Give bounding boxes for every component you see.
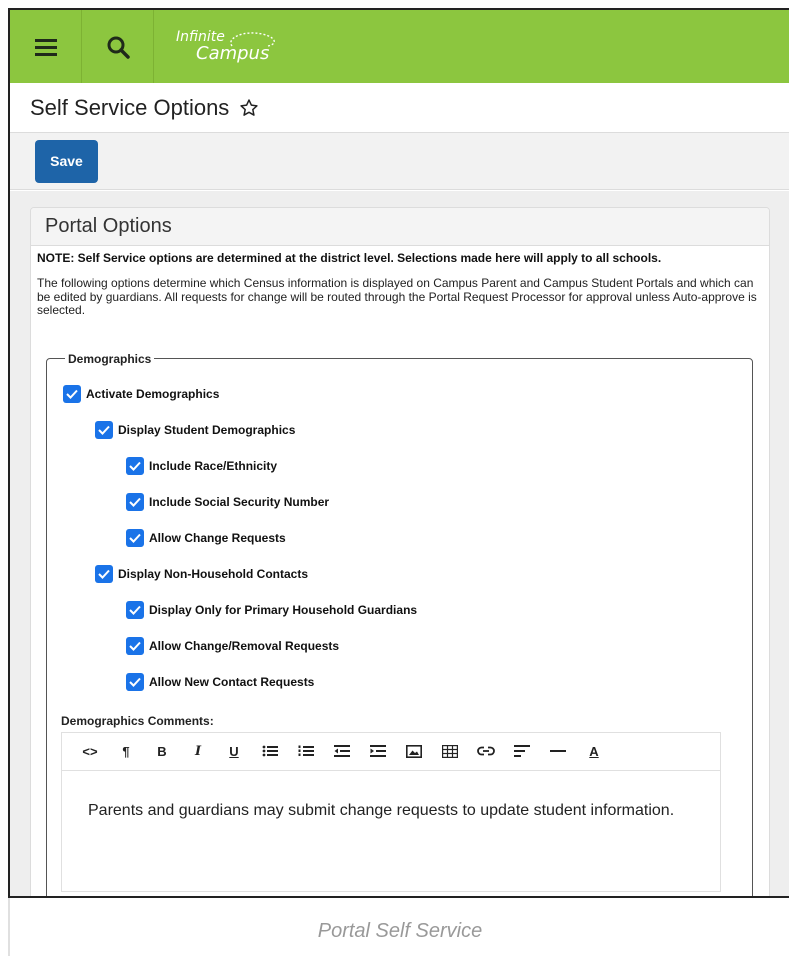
- search-button[interactable]: [82, 10, 154, 83]
- indent-icon[interactable]: [360, 739, 396, 763]
- save-button[interactable]: Save: [35, 139, 98, 183]
- comments-label: Demographics Comments:: [61, 713, 214, 728]
- option-label: Allow New Contact Requests: [149, 674, 315, 689]
- option-primary-household-guardians[interactable]: Display Only for Primary Household Guard…: [63, 592, 738, 628]
- bold-icon[interactable]: B: [144, 739, 180, 763]
- title-bar: Self Service Options: [10, 83, 789, 133]
- options-description: The following options determine which Ce…: [37, 276, 757, 317]
- image-caption: Portal Self Service: [317, 920, 483, 942]
- option-label: Include Race/Ethnicity: [149, 458, 278, 473]
- option-include-ssn[interactable]: Include Social Security Number: [63, 484, 738, 520]
- option-activate-demographics[interactable]: Activate Demographics: [63, 376, 738, 412]
- search-icon: [107, 36, 130, 59]
- checkbox-checked-icon[interactable]: [126, 672, 144, 691]
- demographics-fieldset: Demographics Activate Demographics Displ…: [46, 351, 753, 896]
- option-label: Activate Demographics: [86, 386, 220, 401]
- portal-options-panel: Portal Options NOTE: Self Service option…: [30, 207, 770, 896]
- image-icon[interactable]: [396, 739, 432, 763]
- option-label: Display Only for Primary Household Guard…: [149, 602, 418, 617]
- underline-icon[interactable]: U: [216, 739, 252, 763]
- infinite-campus-logo[interactable]: Infinite Campus: [154, 10, 275, 83]
- numbered-list-icon[interactable]: [288, 739, 324, 763]
- code-icon[interactable]: <>: [72, 739, 108, 763]
- outdent-icon[interactable]: [324, 739, 360, 763]
- checkbox-checked-icon[interactable]: [126, 636, 144, 655]
- option-label: Allow Change Requests: [149, 530, 286, 545]
- option-label: Allow Change/Removal Requests: [149, 638, 340, 653]
- comments-text[interactable]: Parents and guardians may submit change …: [62, 771, 720, 891]
- bulleted-list-icon[interactable]: [252, 739, 288, 763]
- option-label: Display Non-Household Contacts: [118, 566, 309, 581]
- panel-title: Portal Options: [45, 215, 172, 237]
- hamburger-icon: [34, 38, 57, 56]
- option-label: Include Social Security Number: [149, 494, 330, 509]
- demographics-options: Activate Demographics Display Student De…: [63, 376, 738, 700]
- top-bar: Infinite Campus: [10, 10, 789, 83]
- checkbox-checked-icon[interactable]: [126, 600, 144, 619]
- option-include-race-ethnicity[interactable]: Include Race/Ethnicity: [63, 448, 738, 484]
- option-allow-change-requests[interactable]: Allow Change Requests: [63, 520, 738, 556]
- menu-button[interactable]: [10, 10, 82, 83]
- content-area: Portal Options NOTE: Self Service option…: [10, 191, 789, 896]
- option-display-student-demographics[interactable]: Display Student Demographics: [63, 412, 738, 448]
- logo-swoosh-icon: [230, 32, 275, 47]
- align-icon[interactable]: [504, 739, 540, 763]
- app-window: Infinite Campus Self Service Options Sav…: [8, 8, 789, 898]
- page-title: Self Service Options: [30, 94, 230, 120]
- table-icon[interactable]: [432, 739, 468, 763]
- italic-icon[interactable]: I: [180, 739, 216, 763]
- action-bar: Save: [10, 133, 789, 190]
- checkbox-checked-icon[interactable]: [126, 456, 144, 475]
- link-icon[interactable]: [468, 739, 504, 763]
- demographics-legend: Demographics: [68, 351, 152, 366]
- checkbox-checked-icon[interactable]: [126, 492, 144, 511]
- panel-body: NOTE: Self Service options are determine…: [31, 246, 769, 896]
- comments-editor: <> ¶ B I U A Parents and guardians may s…: [61, 731, 721, 892]
- option-allow-change-removal-requests[interactable]: Allow Change/Removal Requests: [63, 628, 738, 664]
- favorite-star-icon[interactable]: [239, 98, 259, 118]
- district-note: NOTE: Self Service options are determine…: [37, 251, 662, 265]
- checkbox-checked-icon[interactable]: [126, 528, 144, 547]
- paragraph-icon[interactable]: ¶: [108, 739, 144, 763]
- checkbox-checked-icon[interactable]: [63, 384, 81, 403]
- option-label: Display Student Demographics: [118, 422, 296, 437]
- panel-header: Portal Options: [31, 208, 769, 246]
- font-color-icon[interactable]: A: [576, 739, 612, 763]
- horizontal-rule-icon[interactable]: [540, 739, 576, 763]
- option-display-non-household-contacts[interactable]: Display Non-Household Contacts: [63, 556, 738, 592]
- checkbox-checked-icon[interactable]: [95, 420, 113, 439]
- checkbox-checked-icon[interactable]: [95, 564, 113, 583]
- option-allow-new-contact-requests[interactable]: Allow New Contact Requests: [63, 664, 738, 700]
- editor-toolbar: <> ¶ B I U A: [62, 732, 720, 771]
